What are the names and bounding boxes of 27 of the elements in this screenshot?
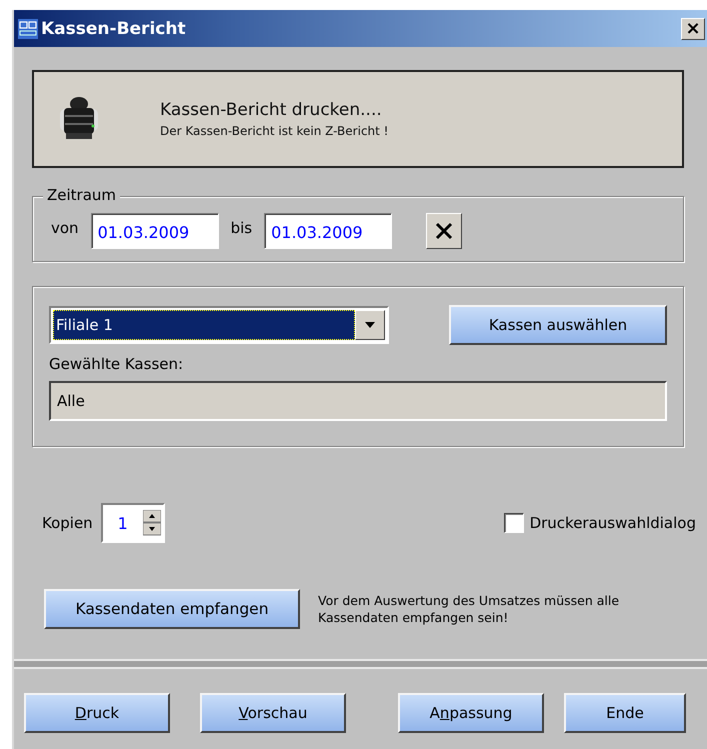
printer-dialog-checkbox[interactable]: [504, 513, 524, 533]
header-title: Kassen-Bericht drucken....: [160, 100, 383, 120]
spin-arrows-icon: [142, 510, 161, 536]
chosen-registers-field[interactable]: Alle: [49, 381, 667, 421]
to-label: bis: [230, 219, 252, 237]
copies-spinner[interactable]: 1: [100, 503, 165, 543]
dialog-button[interactable]: Druck: [24, 693, 170, 733]
caret-icon: [364, 321, 376, 329]
dialog-button[interactable]: Anpassung: [398, 693, 544, 733]
close-button[interactable]: ×: [681, 18, 705, 40]
receive-note: Vor dem Auswertung des Umsatzes müssen alle Kassendaten empfangen sein!: [318, 592, 620, 626]
from-label: von: [51, 219, 79, 237]
dialog-button[interactable]: Vorschau: [200, 693, 346, 733]
to-date-field[interactable]: 01.03.2009: [264, 213, 392, 249]
branch-dropdown[interactable]: Filiale 1: [49, 306, 389, 344]
chosen-registers-label: Gewählte Kassen:: [49, 355, 184, 373]
header-subtitle: Der Kassen-Bericht ist kein Z-Bericht !: [160, 124, 388, 138]
window-title: Kassen-Bericht: [41, 18, 187, 38]
receive-data-button[interactable]: Kassendaten empfangen: [44, 589, 300, 629]
close-icon: [434, 221, 454, 241]
app-icon: [18, 18, 38, 38]
select-registers-button[interactable]: Kassen auswählen: [449, 305, 667, 345]
clear-button[interactable]: [426, 213, 462, 249]
copies-label: Kopien: [42, 514, 93, 532]
from-date-field[interactable]: 01.03.2009: [90, 213, 219, 249]
printer-dialog-label: Druckerauswahldialog: [530, 514, 696, 532]
dialog-button[interactable]: Ende: [564, 693, 686, 733]
